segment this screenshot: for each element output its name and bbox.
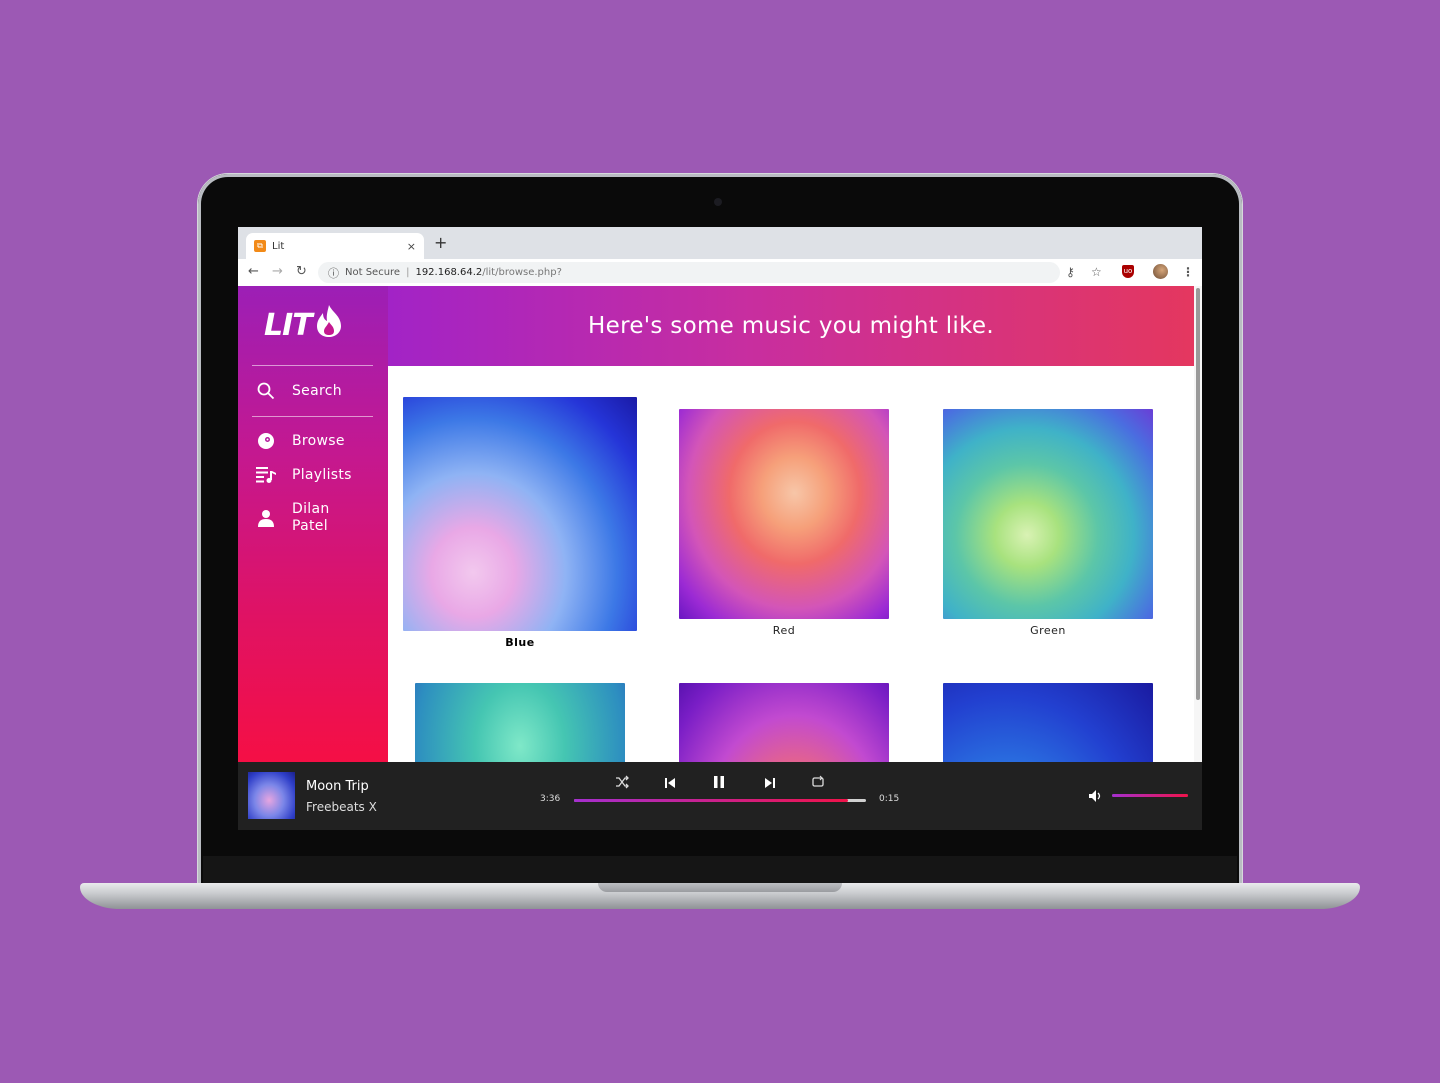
now-playing-art[interactable] xyxy=(248,772,295,819)
album-art[interactable] xyxy=(679,683,889,762)
laptop-notch xyxy=(598,883,842,892)
album-art[interactable] xyxy=(943,683,1153,762)
screen: ⧉ Lit × + ← → ↻ ⓘ Not Secure | 192.168.6… xyxy=(238,227,1202,830)
playlist-icon xyxy=(256,465,276,485)
shuffle-icon[interactable] xyxy=(615,775,629,792)
menu-kebab-icon[interactable]: ⋮ xyxy=(1182,265,1194,279)
url-path: /lit/browse.php? xyxy=(482,267,562,278)
main-content: Here's some music you might like. Blue R… xyxy=(388,286,1194,762)
lit-favicon-icon: ⧉ xyxy=(254,240,266,252)
star-icon[interactable]: ☆ xyxy=(1091,265,1102,279)
browser-toolbar: ← → ↻ ⓘ Not Secure | 192.168.64.2/lit/br… xyxy=(238,259,1202,287)
disc-icon xyxy=(256,431,276,451)
ublock-icon[interactable]: uo xyxy=(1122,265,1134,278)
album-art[interactable] xyxy=(415,683,625,762)
scrollbar-thumb[interactable] xyxy=(1196,288,1200,700)
player-bar: Moon Trip Freebeats X 3:36 0:15 xyxy=(238,762,1202,830)
sidebar-item-playlists[interactable]: Playlists xyxy=(256,465,352,485)
album-title: Red xyxy=(772,624,796,637)
album-title: Green xyxy=(1030,624,1066,637)
tab-title: Lit xyxy=(272,240,285,252)
lit-logo[interactable]: LIT xyxy=(264,304,343,346)
lit-app: LIT Search Browse Playlists Dilan Patel … xyxy=(238,286,1202,762)
sidebar-item-search[interactable]: Search xyxy=(256,381,342,401)
sidebar-item-user[interactable]: Dilan Patel xyxy=(256,501,342,535)
sidebar-item-label: Playlists xyxy=(292,466,352,483)
laptop-chin xyxy=(203,856,1237,886)
sidebar-item-browse[interactable]: Browse xyxy=(256,431,345,451)
url-host: 192.168.64.2 xyxy=(415,267,483,278)
repeat-icon[interactable] xyxy=(811,775,825,792)
browser-tab[interactable]: ⧉ Lit × xyxy=(246,233,424,259)
album-art[interactable] xyxy=(403,397,637,631)
sidebar: LIT Search Browse Playlists Dilan Patel xyxy=(238,286,388,762)
logo-text: LIT xyxy=(264,307,313,343)
previous-icon[interactable] xyxy=(664,776,676,792)
sidebar-item-label: Dilan Patel xyxy=(292,501,330,534)
next-icon[interactable] xyxy=(764,776,776,792)
back-arrow-icon[interactable]: ← xyxy=(248,264,259,280)
album-card[interactable] xyxy=(943,683,1153,762)
album-card-green[interactable]: Green xyxy=(943,409,1153,637)
user-icon xyxy=(256,508,276,528)
album-card[interactable] xyxy=(679,683,889,762)
flame-icon xyxy=(315,304,343,346)
album-art[interactable] xyxy=(679,409,889,619)
track-title[interactable]: Moon Trip xyxy=(306,779,369,794)
elapsed-time: 3:36 xyxy=(540,794,561,804)
key-icon[interactable]: ⚷ xyxy=(1066,265,1075,279)
remaining-time: 0:15 xyxy=(879,794,900,804)
security-label: Not Secure xyxy=(345,267,401,278)
info-icon[interactable]: ⓘ xyxy=(328,265,339,281)
banner: Here's some music you might like. xyxy=(388,286,1194,366)
sidebar-item-label: Search xyxy=(292,382,342,399)
volume-fill xyxy=(1112,794,1188,797)
volume-icon[interactable] xyxy=(1088,788,1102,807)
tab-close-icon[interactable]: × xyxy=(407,240,416,253)
track-artist[interactable]: Freebeats X xyxy=(306,800,377,814)
sidebar-divider xyxy=(252,416,373,417)
album-card[interactable] xyxy=(415,683,625,762)
camera xyxy=(714,198,722,206)
pause-icon[interactable] xyxy=(712,775,726,792)
page-title: Here's some music you might like. xyxy=(588,313,994,339)
sidebar-divider xyxy=(252,365,373,366)
tab-bar: ⧉ Lit × + xyxy=(238,227,1202,259)
search-icon xyxy=(256,381,276,401)
album-title: Blue xyxy=(505,636,535,649)
sidebar-item-label: Browse xyxy=(292,432,345,449)
reload-icon[interactable]: ↻ xyxy=(296,264,307,280)
album-card-red[interactable]: Red xyxy=(679,409,889,637)
album-art[interactable] xyxy=(943,409,1153,619)
omnibox-separator: | xyxy=(406,267,410,278)
progress-bar[interactable] xyxy=(574,799,866,802)
album-card-blue[interactable]: Blue xyxy=(403,397,637,649)
address-bar[interactable]: ⓘ Not Secure | 192.168.64.2/lit/browse.p… xyxy=(318,262,1060,283)
new-tab-button[interactable]: + xyxy=(434,235,447,251)
forward-arrow-icon[interactable]: → xyxy=(272,264,283,280)
progress-fill xyxy=(574,799,849,802)
volume-slider[interactable] xyxy=(1112,794,1188,797)
profile-avatar[interactable] xyxy=(1153,264,1168,279)
